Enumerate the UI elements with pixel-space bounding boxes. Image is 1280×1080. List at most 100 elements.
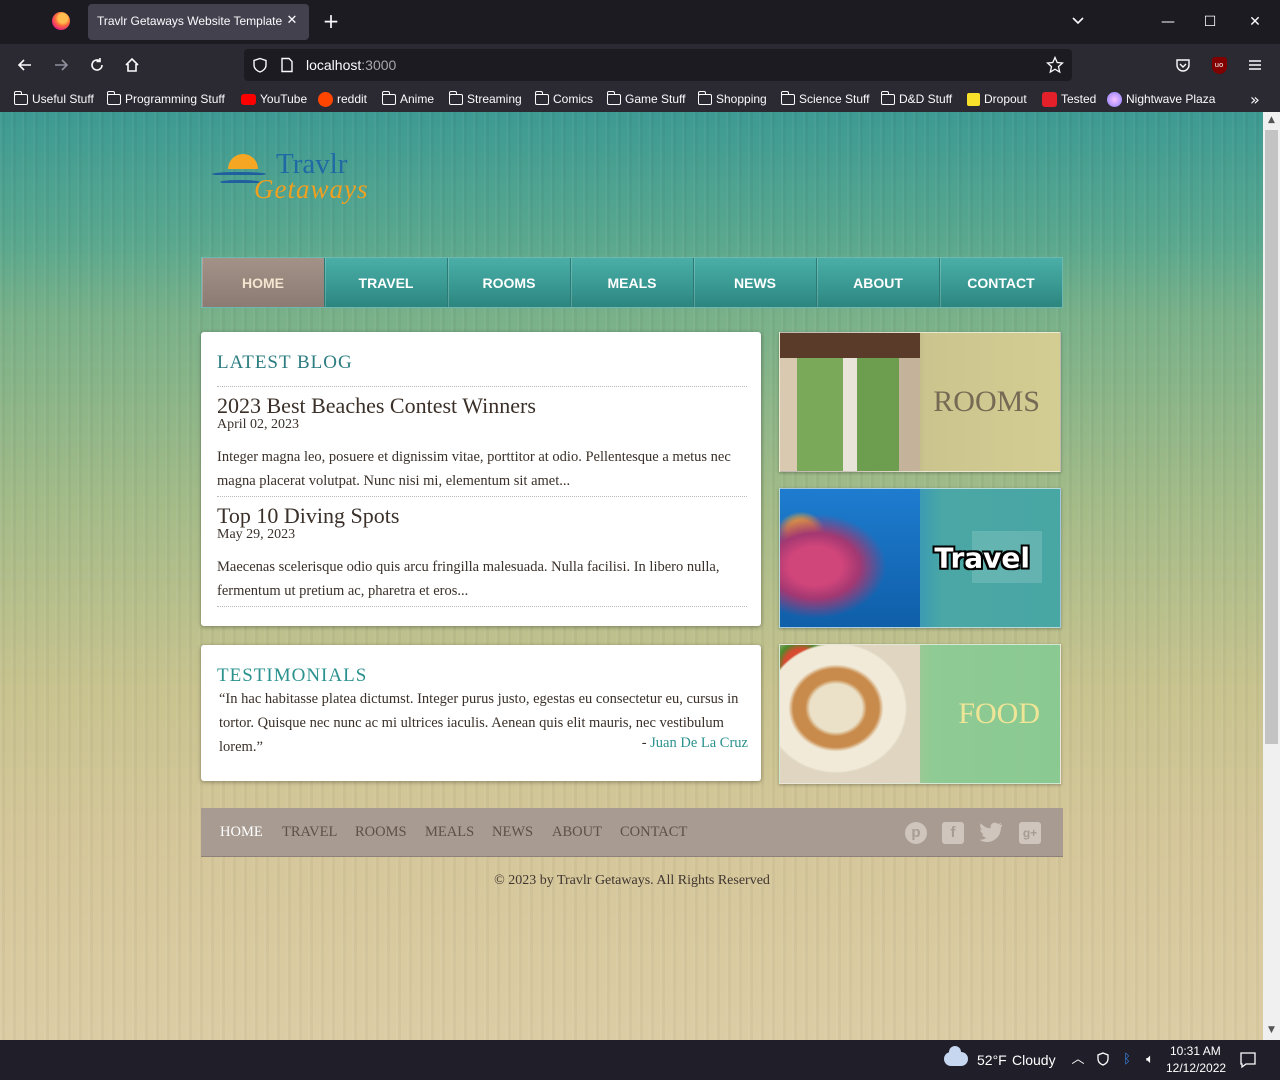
scrollbar-thumb[interactable] (1265, 130, 1278, 744)
nav-meals[interactable]: MEALS (571, 258, 694, 307)
food-tile-label: FOOD (958, 697, 1040, 730)
bookmark-star-icon[interactable] (1046, 56, 1064, 74)
tab-list-chevron-icon[interactable] (1070, 12, 1090, 32)
bookmark-game-stuff[interactable]: Game Stuff (606, 90, 685, 108)
security-icon[interactable] (1095, 1052, 1111, 1068)
footer-nav-meals[interactable]: MEALS (425, 824, 474, 841)
bookmark-comics[interactable]: Comics (534, 90, 593, 108)
folder-icon (106, 90, 121, 105)
bookmark-youtube[interactable]: YouTube (241, 90, 307, 108)
back-icon[interactable] (12, 53, 38, 77)
travel-tile[interactable]: Travel (779, 488, 1061, 628)
dropout-icon (967, 92, 980, 106)
close-window-icon[interactable]: ✕ (1243, 10, 1267, 34)
cloud-icon[interactable] (944, 1046, 968, 1066)
travel-tile-label: Travel (934, 541, 1030, 575)
ublock-origin-icon[interactable]: uo (1206, 53, 1232, 77)
forward-icon[interactable] (48, 53, 74, 77)
bookmark-dropout[interactable]: Dropout (967, 90, 1027, 108)
rooms-tile-label: ROOMS (933, 385, 1040, 418)
volume-icon[interactable]: 🔈︎ (1142, 1052, 1158, 1068)
home-icon[interactable] (119, 53, 145, 77)
minimize-icon[interactable]: — (1156, 10, 1180, 34)
url-text[interactable]: localhost:3000 (306, 57, 396, 73)
scroll-up-icon[interactable]: ▲ (1266, 115, 1277, 126)
clock-time[interactable]: 10:31 AM (1170, 1044, 1221, 1058)
blog-post-date: May 29, 2023 (217, 527, 296, 542)
menu-icon[interactable] (1242, 53, 1268, 77)
folder-icon (381, 90, 396, 105)
bluetooth-icon[interactable]: ᛒ (1119, 1052, 1135, 1068)
footer-nav-rooms[interactable]: ROOMS (355, 824, 407, 841)
footer-nav-news[interactable]: NEWS (492, 824, 533, 841)
blog-post-date: April 02, 2023 (217, 417, 300, 432)
blog-post-title[interactable]: Top 10 Diving Spots (217, 503, 399, 529)
rooms-image (780, 333, 920, 471)
bookmark-useful-stuff[interactable]: Useful Stuff (13, 90, 94, 108)
footer-nav-home[interactable]: HOME (220, 824, 263, 841)
folder-icon (697, 90, 712, 105)
scroll-down-icon[interactable]: ▼ (1266, 1025, 1277, 1036)
clock-date[interactable]: 12/12/2022 (1166, 1061, 1226, 1075)
bookmark-nightwave-plaza[interactable]: Nightwave Plaza (1107, 90, 1215, 108)
bookmark-tested[interactable]: Tested (1042, 90, 1096, 108)
nav-home[interactable]: HOME (202, 258, 325, 307)
blog-post-excerpt: Maecenas scelerisque odio quis arcu frin… (217, 559, 720, 599)
show-hidden-icons-chevron-icon[interactable]: ︿ (1070, 1052, 1086, 1068)
google-plus-icon[interactable]: g+ (1019, 822, 1041, 844)
pocket-icon[interactable] (1170, 53, 1196, 77)
reddit-icon (318, 91, 333, 107)
facebook-icon[interactable]: f (942, 822, 964, 844)
nightwave-icon (1107, 91, 1122, 107)
more-bookmarks-icon[interactable]: » (1250, 90, 1260, 109)
rooms-tile[interactable]: ROOMS (779, 332, 1061, 472)
tested-icon (1042, 91, 1057, 107)
twitter-icon[interactable] (979, 822, 1003, 844)
footer-nav-contact[interactable]: CONTACT (620, 824, 687, 841)
food-tile[interactable]: FOOD (779, 644, 1061, 784)
footer-nav-travel[interactable]: TRAVEL (282, 824, 337, 841)
nav-news[interactable]: NEWS (694, 258, 817, 307)
bookmark-anime[interactable]: Anime (381, 90, 434, 108)
bookmark-shopping[interactable]: Shopping (697, 90, 767, 108)
youtube-icon (241, 93, 256, 105)
author-link[interactable]: Juan De La Cruz (650, 735, 748, 751)
nav-about[interactable]: ABOUT (817, 258, 940, 307)
blog-post-excerpt: Integer magna leo, posuere et dignissim … (217, 449, 731, 489)
blog-post-title[interactable]: 2023 Best Beaches Contest Winners (217, 393, 536, 419)
weather-temperature[interactable]: 52°F (977, 1052, 1007, 1068)
url-bar[interactable]: localhost:3000 (244, 49, 1072, 81)
browser-tab[interactable]: Travlr Getaways Website Template ✕ (88, 4, 309, 40)
folder-icon (880, 90, 895, 105)
bookmark-programming-stuff[interactable]: Programming Stuff (106, 90, 225, 108)
close-tab-icon[interactable]: ✕ (283, 12, 301, 30)
site-logo[interactable]: Travlr Getaways (210, 148, 400, 214)
food-image (780, 645, 920, 783)
shield-icon[interactable] (251, 56, 269, 74)
folder-icon (13, 90, 28, 105)
page-scrollbar[interactable]: ▲ ▼ (1263, 112, 1280, 1040)
weather-condition[interactable]: Cloudy (1012, 1052, 1056, 1068)
page-icon[interactable] (278, 56, 296, 74)
nav-travel[interactable]: TRAVEL (325, 258, 448, 307)
pinterest-icon[interactable]: p (905, 822, 927, 844)
notifications-icon[interactable] (1239, 1051, 1256, 1069)
footer-navigation: HOME TRAVEL ROOMS MEALS NEWS ABOUT CONTA… (201, 808, 1063, 857)
maximize-icon[interactable]: ☐ (1198, 10, 1222, 34)
bookmark-streaming[interactable]: Streaming (448, 90, 522, 108)
testimonials-panel: TESTIMONIALS “In hac habitasse platea di… (201, 645, 761, 781)
footer-nav-about[interactable]: ABOUT (552, 824, 602, 841)
browser-toolbar: localhost:3000 uo (0, 44, 1280, 86)
nav-rooms[interactable]: ROOMS (448, 258, 571, 307)
bookmark-dnd-stuff[interactable]: D&D Stuff (880, 90, 952, 108)
nav-contact[interactable]: CONTACT (940, 258, 1062, 307)
folder-icon (448, 90, 463, 105)
bookmark-science-stuff[interactable]: Science Stuff (780, 90, 870, 108)
windows-taskbar: 52°F Cloudy ︿ ᛒ 🔈︎ 10:31 AM 12/12/2022 (0, 1040, 1280, 1080)
firefox-icon (52, 12, 70, 30)
reload-icon[interactable] (84, 53, 110, 77)
latest-blog-panel: LATEST BLOG 2023 Best Beaches Contest Wi… (201, 332, 761, 626)
testimonials-heading: TESTIMONIALS (217, 665, 368, 686)
new-tab-icon[interactable]: + (320, 10, 342, 32)
bookmark-reddit[interactable]: reddit (318, 90, 367, 108)
